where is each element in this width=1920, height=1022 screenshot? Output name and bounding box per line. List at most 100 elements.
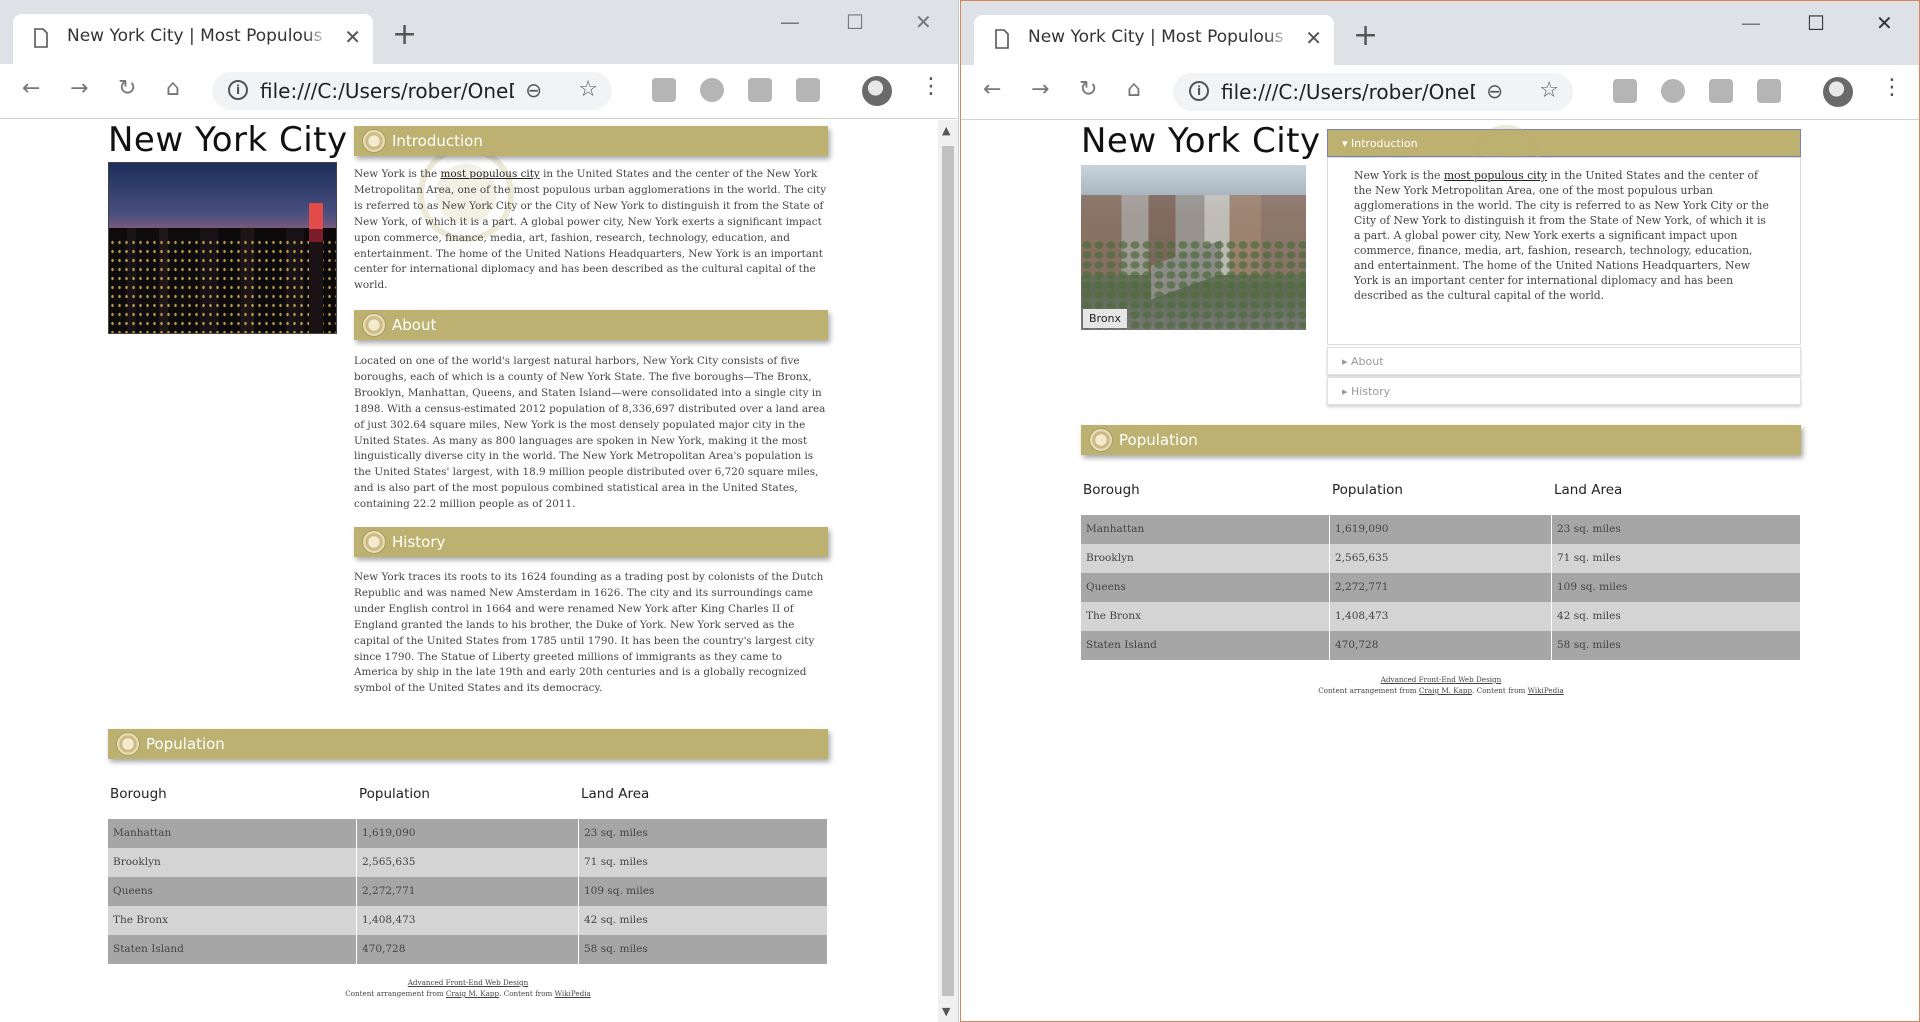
page-title: New York City <box>108 120 348 160</box>
author-link[interactable]: Craig M. Kapp <box>446 989 499 998</box>
cell-land-area: 109 sq. miles <box>1552 573 1801 602</box>
back-icon[interactable]: ← <box>22 76 40 101</box>
recycle-extension-icon[interactable] <box>1709 79 1733 103</box>
profile-avatar[interactable] <box>862 76 892 106</box>
info-icon[interactable]: i <box>228 80 248 100</box>
cell-borough: Staten Island <box>108 935 357 964</box>
forward-icon[interactable]: → <box>70 76 88 101</box>
browser-toolbar: ← → ↻ ⌂ i file:///C:/Users/rober/OneDriv… <box>0 64 958 119</box>
pdf-extension-icon[interactable] <box>1757 79 1781 103</box>
cell-land-area: 23 sq. miles <box>1552 515 1801 544</box>
cell-borough: Brooklyn <box>108 848 357 877</box>
gear-extension-icon[interactable] <box>700 78 724 102</box>
table-header-borough: Borough <box>1083 482 1140 498</box>
footer-course-text[interactable]: Advanced Front-End Web Design <box>1381 675 1502 684</box>
most-populous-city-link[interactable]: most populous city <box>1444 169 1547 182</box>
new-tab-button[interactable]: + <box>1353 21 1378 51</box>
intro-paragraph: New York is the most populous city in th… <box>1354 168 1774 303</box>
table-header-land-area: Land Area <box>581 786 650 802</box>
cell-land-area: 42 sq. miles <box>1552 602 1801 631</box>
gear-extension-icon[interactable] <box>1661 79 1685 103</box>
footer-prefix: Content arrangement from <box>345 989 446 998</box>
drive-extension-icon[interactable] <box>1613 79 1637 103</box>
seal-icon <box>362 313 386 337</box>
drive-extension-icon[interactable] <box>652 78 676 102</box>
intro-text-start: New York is the <box>354 168 441 180</box>
cell-population: 2,272,771 <box>357 877 579 906</box>
footer-course-link[interactable]: Advanced Front-End Web Design <box>1081 675 1801 684</box>
footer-course-link[interactable]: Advanced Front-End Web Design <box>108 978 828 987</box>
section-title: Population <box>146 735 225 753</box>
close-tab-icon[interactable]: ✕ <box>1305 26 1322 50</box>
accordion-history-header[interactable]: ▸ History <box>1327 377 1801 405</box>
info-icon[interactable]: i <box>1189 81 1209 101</box>
author-link[interactable]: Craig M. Kapp <box>1419 686 1472 695</box>
cell-borough: The Bronx <box>1081 602 1330 631</box>
cell-land-area: 58 sq. miles <box>1552 631 1801 660</box>
table-header-population: Population <box>359 786 430 802</box>
zoom-icon[interactable]: ⊖ <box>525 78 542 102</box>
section-header-introduction: Introduction <box>354 126 828 156</box>
seal-icon <box>362 530 386 554</box>
cell-population: 1,619,090 <box>1330 515 1552 544</box>
back-icon[interactable]: ← <box>983 77 1001 102</box>
page-icon <box>995 29 1009 49</box>
cell-borough: Staten Island <box>1081 631 1330 660</box>
table-header-land-area: Land Area <box>1554 482 1623 498</box>
url-text[interactable]: file:///C:/Users/rober/OneDrive/Document… <box>1221 80 1475 104</box>
address-bar[interactable]: i file:///C:/Users/rober/OneDrive/Docume… <box>1173 73 1573 111</box>
cell-borough: Brooklyn <box>1081 544 1330 573</box>
tab-strip: New York City | Most Populous City in th… <box>0 0 958 64</box>
footer-credits: Content arrangement from Craig M. Kapp. … <box>1081 686 1801 695</box>
menu-icon[interactable]: ⋮ <box>920 74 942 99</box>
bookmark-star-icon[interactable]: ☆ <box>578 77 598 102</box>
wikipedia-link[interactable]: WikiPedia <box>1528 686 1564 695</box>
vertical-scrollbar[interactable]: ▲ ▼ <box>938 120 958 1022</box>
reload-icon[interactable]: ↻ <box>1079 77 1097 102</box>
page-viewport: New York City Introduction New York is t… <box>0 120 958 1022</box>
window-close-icon[interactable]: ✕ <box>915 10 932 34</box>
zoom-icon[interactable]: ⊖ <box>1486 79 1503 103</box>
scroll-thumb[interactable] <box>942 146 954 996</box>
cell-land-area: 71 sq. miles <box>1552 544 1801 573</box>
section-header-population: Population <box>1081 425 1801 455</box>
accordion-introduction-header[interactable]: ▾ Introduction <box>1327 129 1801 157</box>
recycle-extension-icon[interactable] <box>748 78 772 102</box>
scroll-up-icon[interactable]: ▲ <box>942 124 950 137</box>
most-populous-city-link[interactable]: most populous city <box>441 168 540 180</box>
minimize-icon[interactable]: — <box>780 10 800 34</box>
bookmark-star-icon[interactable]: ☆ <box>1539 78 1559 103</box>
cell-population: 2,565,635 <box>357 848 579 877</box>
pdf-extension-icon[interactable] <box>796 78 820 102</box>
image-caption: Bronx <box>1083 309 1128 328</box>
profile-avatar[interactable] <box>1823 77 1853 107</box>
history-paragraph: New York traces its roots to its 1624 fo… <box>354 571 824 695</box>
cell-land-area: 42 sq. miles <box>579 906 828 935</box>
close-tab-icon[interactable]: ✕ <box>344 25 361 49</box>
maximize-icon[interactable]: ☐ <box>1807 11 1825 35</box>
page-title: New York City <box>1081 121 1321 161</box>
menu-icon[interactable]: ⋮ <box>1881 75 1903 100</box>
new-tab-button[interactable]: + <box>392 20 417 50</box>
section-title: History <box>392 533 446 551</box>
home-icon[interactable]: ⌂ <box>1127 77 1141 102</box>
browser-tab[interactable]: New York City | Most Populous City in th… <box>13 14 373 64</box>
section-title: Population <box>1119 431 1198 449</box>
wikipedia-link[interactable]: WikiPedia <box>555 989 591 998</box>
table-header-borough: Borough <box>110 786 167 802</box>
footer-course-text[interactable]: Advanced Front-End Web Design <box>408 978 529 987</box>
section-title: Introduction <box>392 132 483 150</box>
address-bar[interactable]: i file:///C:/Users/rober/OneDrive/Docume… <box>212 72 612 110</box>
accordion-about-header[interactable]: ▸ About <box>1327 347 1801 375</box>
minimize-icon[interactable]: — <box>1741 11 1761 35</box>
url-text[interactable]: file:///C:/Users/rober/OneDrive/Document… <box>260 79 514 103</box>
forward-icon[interactable]: → <box>1031 77 1049 102</box>
footer-middle: . Content from <box>499 989 555 998</box>
scroll-down-icon[interactable]: ▼ <box>942 1005 950 1018</box>
section-header-about: About <box>354 310 828 340</box>
browser-tab[interactable]: New York City | Most Populous City in th… <box>974 15 1334 65</box>
window-close-icon[interactable]: ✕ <box>1876 11 1893 35</box>
reload-icon[interactable]: ↻ <box>118 76 136 101</box>
maximize-icon[interactable]: ☐ <box>846 10 864 34</box>
home-icon[interactable]: ⌂ <box>166 76 180 101</box>
